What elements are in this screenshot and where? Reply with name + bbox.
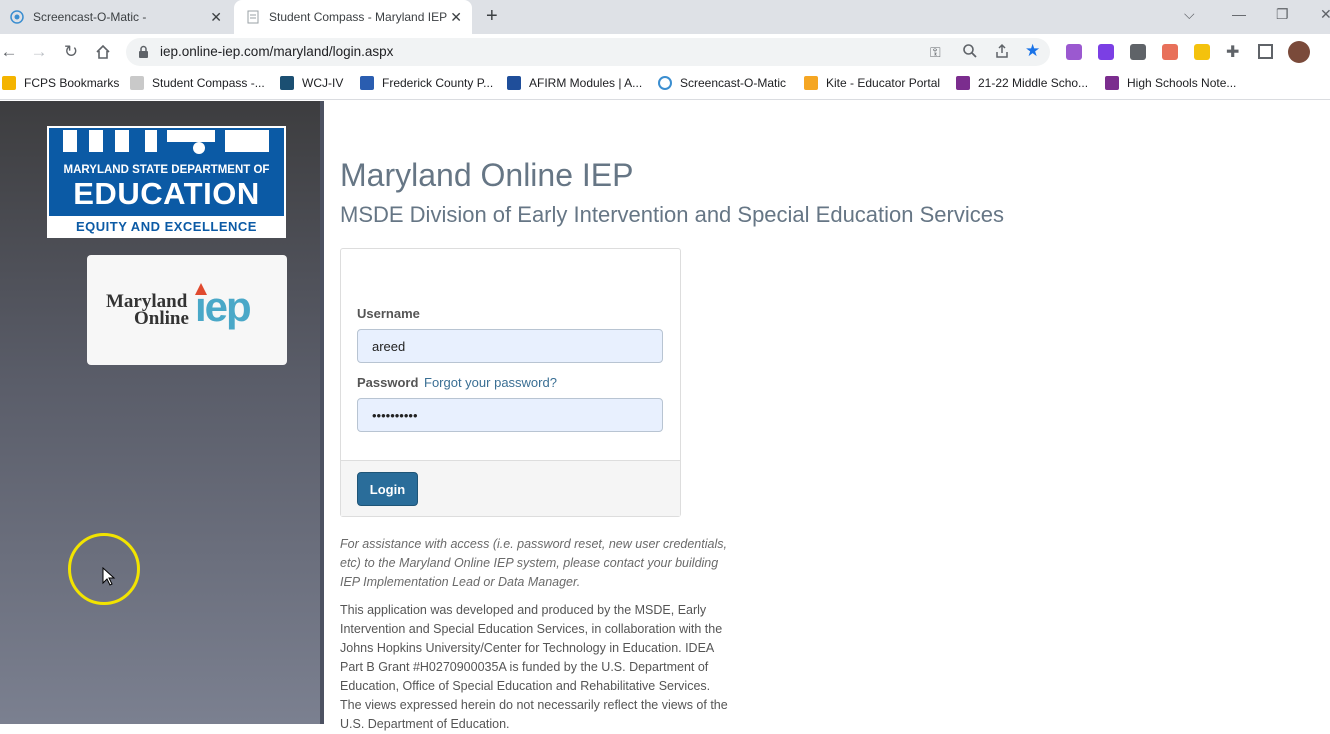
bookmark-label: 21-22 Middle Scho...	[978, 76, 1089, 90]
bookmark-label: Kite - Educator Portal	[826, 76, 941, 90]
maryland-online-iep-logo[interactable]: Maryland Online iep	[87, 255, 287, 365]
disclaimer-text: This application was developed and produ…	[340, 603, 728, 731]
tab-close-icon[interactable]: ✕	[450, 9, 462, 26]
address-bar[interactable]: iep.online-iep.com/maryland/login.aspx ⚿…	[126, 38, 1050, 66]
bookmark-item[interactable]: FCPS Bookmarks	[2, 76, 119, 90]
document-favicon-icon	[246, 10, 260, 24]
new-tab-icon[interactable]: +	[486, 5, 498, 28]
bookmark-item[interactable]: AFIRM Modules | A...	[507, 76, 642, 90]
username-field[interactable]: areed	[357, 329, 663, 363]
extension-icon[interactable]	[1098, 44, 1114, 60]
wcj-icon	[280, 76, 294, 90]
bookmark-item[interactable]: Student Compass -...	[130, 76, 265, 90]
extension-icon[interactable]	[1162, 44, 1178, 60]
tab-search-icon[interactable]: ⌵	[1184, 6, 1195, 23]
page-content: MARYLAND STATE DEPARTMENT OF EDUCATION E…	[0, 101, 1330, 731]
iep-logo-word2: Online	[134, 308, 189, 329]
bookmark-item[interactable]: 21-22 Middle Scho...	[956, 76, 1088, 90]
tab-screencast[interactable]: Screencast-O-Matic - ✕	[0, 0, 232, 34]
profile-avatar[interactable]	[1288, 41, 1310, 63]
onenote-icon	[956, 76, 970, 90]
password-field[interactable]: ••••••••••	[357, 398, 663, 432]
msde-logo[interactable]: MARYLAND STATE DEPARTMENT OF EDUCATION E…	[47, 126, 286, 238]
zoom-icon[interactable]	[962, 43, 978, 64]
sidebar: MARYLAND STATE DEPARTMENT OF EDUCATION E…	[0, 101, 320, 724]
screencast-icon	[658, 76, 672, 90]
close-window-icon[interactable]: ✕	[1320, 6, 1330, 23]
page-title: Maryland Online IEP	[340, 157, 634, 193]
triangle-icon	[195, 283, 207, 295]
home-icon[interactable]	[92, 41, 114, 63]
login-form-footer: Login	[341, 460, 680, 516]
tab-title: Screencast-O-Matic -	[33, 10, 147, 24]
tab-student-compass[interactable]: Student Compass - Maryland IEP ✕	[234, 0, 472, 34]
folder-icon	[2, 76, 16, 90]
extension-icon[interactable]	[1130, 44, 1146, 60]
bookmark-item[interactable]: Kite - Educator Portal	[804, 76, 940, 90]
bookmark-label: Screencast-O-Matic	[680, 76, 787, 90]
onenote-icon	[1105, 76, 1119, 90]
puzzle-extensions-icon[interactable]: ✚	[1226, 42, 1239, 62]
fcps-icon	[360, 76, 374, 90]
side-panel-icon[interactable]	[1258, 44, 1273, 59]
login-button[interactable]: Login	[357, 472, 418, 506]
extension-icon[interactable]	[1066, 44, 1082, 60]
bookmarks-bar: FCPS Bookmarks Student Compass -... WCJ-…	[0, 70, 1330, 100]
lock-icon[interactable]	[138, 45, 149, 64]
tab-strip: Screencast-O-Matic - ✕ Student Compass -…	[0, 0, 1330, 34]
reload-icon[interactable]: ↻	[60, 41, 82, 63]
msde-logo-line1: MARYLAND STATE DEPARTMENT OF	[63, 164, 270, 176]
afirm-icon	[507, 76, 521, 90]
bookmark-item[interactable]: Screencast-O-Matic	[658, 76, 786, 90]
key-icon[interactable]: ⚿	[930, 44, 941, 61]
page-subtitle: MSDE Division of Early Intervention and …	[340, 202, 1004, 227]
url-text[interactable]: iep.online-iep.com/maryland/login.aspx	[160, 44, 393, 59]
minimize-icon[interactable]: —	[1232, 6, 1246, 22]
assistance-text: For assistance with access (i.e. passwor…	[340, 537, 727, 589]
bookmark-item[interactable]: Frederick County P...	[360, 76, 493, 90]
bookmark-label: High Schools Note...	[1127, 76, 1237, 90]
bookmark-item[interactable]: WCJ-IV	[280, 76, 343, 90]
bookmark-star-icon[interactable]: ★	[1025, 41, 1040, 61]
password-label: Password	[357, 375, 419, 390]
sidebar-divider	[320, 101, 324, 724]
bookmark-item[interactable]: High Schools Note...	[1105, 76, 1236, 90]
screencast-favicon-icon	[10, 10, 24, 24]
document-icon	[130, 76, 144, 90]
extension-icon[interactable]	[1194, 44, 1210, 60]
back-icon[interactable]: ←	[0, 41, 20, 63]
tab-close-icon[interactable]: ✕	[210, 9, 222, 26]
msde-logo-line3: EQUITY AND EXCELLENCE	[49, 216, 284, 236]
username-label: Username	[357, 306, 420, 321]
bookmark-label: FCPS Bookmarks	[24, 76, 120, 90]
restore-icon[interactable]: ❐	[1276, 6, 1289, 23]
forward-icon[interactable]: →	[28, 41, 50, 63]
bookmark-label: Student Compass -...	[152, 76, 265, 90]
msde-logo-line2: EDUCATION	[73, 176, 260, 211]
forgot-password-link[interactable]: Forgot your password?	[424, 375, 557, 390]
tab-title: Student Compass - Maryland IEP	[269, 10, 448, 24]
login-form: Username areed Password Forgot your pass…	[340, 248, 681, 517]
bookmark-label: WCJ-IV	[302, 76, 344, 90]
bookmark-label: Frederick County P...	[382, 76, 494, 90]
kite-icon	[804, 76, 818, 90]
share-icon[interactable]	[994, 43, 1010, 64]
mouse-cursor-icon	[102, 567, 116, 586]
browser-toolbar: ← → ↻ iep.online-iep.com/maryland/login.…	[0, 34, 1330, 70]
msde-header-graphic-icon	[63, 130, 269, 154]
bookmark-label: AFIRM Modules | A...	[529, 76, 643, 90]
